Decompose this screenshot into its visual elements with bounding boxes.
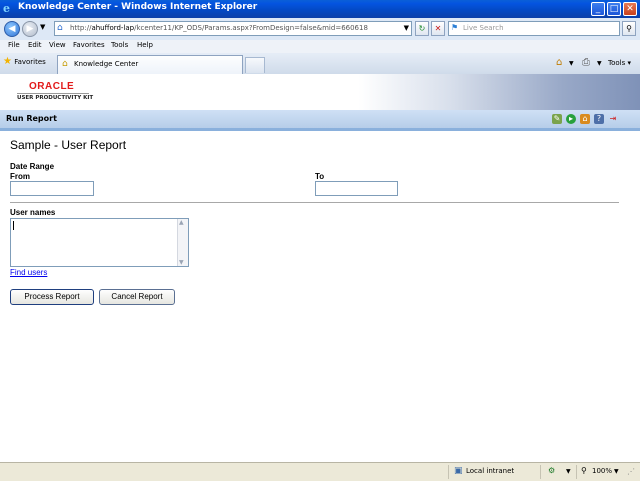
to-label: To bbox=[315, 172, 325, 181]
page-favicon-icon: ⌂ bbox=[62, 59, 68, 69]
process-report-button[interactable]: Process Report bbox=[10, 289, 94, 305]
menu-bar: File Edit View Favorites Tools Help bbox=[0, 40, 640, 53]
print-dropdown-icon[interactable]: ▼ bbox=[597, 60, 602, 67]
branding-banner: ORACLE USER PRODUCTIVITY KIT bbox=[0, 74, 640, 110]
tools-label: Tools bbox=[608, 59, 626, 67]
menu-help[interactable]: Help bbox=[137, 41, 153, 49]
section-header: Run Report ✎ ▸ ⌂ ? ⇥ bbox=[0, 110, 640, 131]
back-button[interactable]: ◀ bbox=[4, 21, 20, 37]
resize-grip-icon[interactable]: ⋰ bbox=[627, 467, 635, 476]
forward-icon[interactable]: ▸ bbox=[566, 114, 576, 124]
section-title: Run Report bbox=[6, 114, 57, 123]
internet-explorer-icon: e bbox=[3, 2, 10, 15]
status-separator bbox=[576, 465, 577, 479]
zoom-icon[interactable]: ⚲ bbox=[581, 466, 587, 475]
textarea-scrollbar[interactable]: ▲ ▼ bbox=[177, 219, 188, 266]
page-icon: ⌂ bbox=[57, 23, 63, 33]
page-title: Sample - User Report bbox=[10, 138, 127, 152]
date-range-label: Date Range bbox=[10, 162, 55, 171]
user-names-label: User names bbox=[10, 208, 56, 217]
user-names-textarea[interactable]: ▲ ▼ bbox=[10, 218, 189, 267]
tab-bar: ★ Favorites ⌂ Knowledge Center ⌂ ▼ ⎙ ▼ T… bbox=[0, 53, 640, 75]
address-dropdown-icon[interactable]: ▼ bbox=[404, 24, 409, 32]
close-button[interactable]: ✕ bbox=[623, 2, 637, 16]
live-search-icon: ⚑ bbox=[451, 23, 459, 32]
logo-divider bbox=[17, 93, 89, 94]
new-tab-button[interactable] bbox=[245, 57, 265, 73]
search-placeholder: Live Search bbox=[463, 24, 504, 32]
menu-view[interactable]: View bbox=[49, 41, 66, 49]
text-cursor bbox=[13, 221, 14, 230]
from-date-input[interactable] bbox=[10, 181, 94, 196]
status-separator bbox=[448, 465, 449, 479]
search-input[interactable]: ⚑ Live Search bbox=[448, 21, 620, 36]
edit-icon[interactable]: ✎ bbox=[552, 114, 562, 124]
print-icon[interactable]: ⎙ bbox=[582, 57, 590, 68]
refresh-button[interactable]: ↻ bbox=[415, 21, 429, 36]
help-icon[interactable]: ? bbox=[594, 114, 604, 124]
recent-pages-dropdown-icon[interactable]: ▼ bbox=[40, 23, 45, 31]
logout-icon[interactable]: ⇥ bbox=[608, 114, 618, 124]
section-divider bbox=[10, 202, 619, 203]
home-page-icon[interactable]: ⌂ bbox=[580, 114, 590, 124]
zoom-dropdown-icon[interactable]: ▼ bbox=[614, 468, 619, 475]
scroll-down-icon[interactable]: ▼ bbox=[179, 259, 184, 266]
tab-label: Knowledge Center bbox=[74, 60, 139, 68]
menu-file[interactable]: File bbox=[8, 41, 20, 49]
favorites-star-icon: ★ bbox=[3, 56, 12, 67]
product-name: USER PRODUCTIVITY KIT bbox=[17, 95, 94, 101]
menu-tools[interactable]: Tools bbox=[111, 41, 128, 49]
cancel-report-button[interactable]: Cancel Report bbox=[99, 289, 175, 305]
oracle-logo: ORACLE bbox=[29, 81, 75, 92]
address-toolbar: ◀ ▶ ▼ ⌂ http://ahufford-lap/kcenter11/KP… bbox=[0, 18, 640, 41]
address-url[interactable]: http://ahufford-lap/kcenter11/KP_ODS/Par… bbox=[70, 24, 368, 32]
menu-favorites[interactable]: Favorites bbox=[73, 41, 105, 49]
status-separator bbox=[540, 465, 541, 479]
stop-button[interactable]: ✕ bbox=[431, 21, 445, 36]
protected-mode-icon[interactable]: ⚙ bbox=[548, 466, 555, 475]
tools-button[interactable]: Tools ▾ bbox=[608, 59, 631, 67]
find-users-link[interactable]: Find users bbox=[10, 268, 47, 277]
menu-edit[interactable]: Edit bbox=[28, 41, 42, 49]
home-dropdown-icon[interactable]: ▼ bbox=[569, 60, 574, 67]
minimize-button[interactable]: _ bbox=[591, 2, 605, 16]
zoom-level[interactable]: 100% bbox=[592, 467, 612, 475]
security-zone-label[interactable]: Local intranet bbox=[466, 467, 514, 475]
search-button[interactable]: ⚲ bbox=[622, 21, 636, 36]
status-bar: ▣ Local intranet ⚙ ▼ ⚲ 100% ▼ ⋰ bbox=[0, 462, 640, 481]
favorites-label: Favorites bbox=[14, 58, 46, 66]
maximize-button[interactable]: □ bbox=[607, 2, 621, 16]
window-title: Knowledge Center - Windows Internet Expl… bbox=[18, 2, 258, 12]
forward-button[interactable]: ▶ bbox=[22, 21, 38, 37]
protected-dropdown-icon[interactable]: ▼ bbox=[566, 468, 571, 475]
favorites-button[interactable]: ★ Favorites bbox=[3, 56, 46, 67]
from-label: From bbox=[10, 172, 30, 181]
scroll-up-icon[interactable]: ▲ bbox=[179, 219, 184, 226]
intranet-zone-icon: ▣ bbox=[454, 466, 463, 476]
address-bar[interactable]: ⌂ http://ahufford-lap/kcenter11/KP_ODS/P… bbox=[54, 21, 412, 36]
to-date-input[interactable] bbox=[315, 181, 398, 196]
window-title-bar[interactable]: e Knowledge Center - Windows Internet Ex… bbox=[0, 0, 640, 18]
home-icon[interactable]: ⌂ bbox=[556, 57, 562, 68]
tab-knowledge-center[interactable]: ⌂ Knowledge Center bbox=[57, 55, 243, 74]
